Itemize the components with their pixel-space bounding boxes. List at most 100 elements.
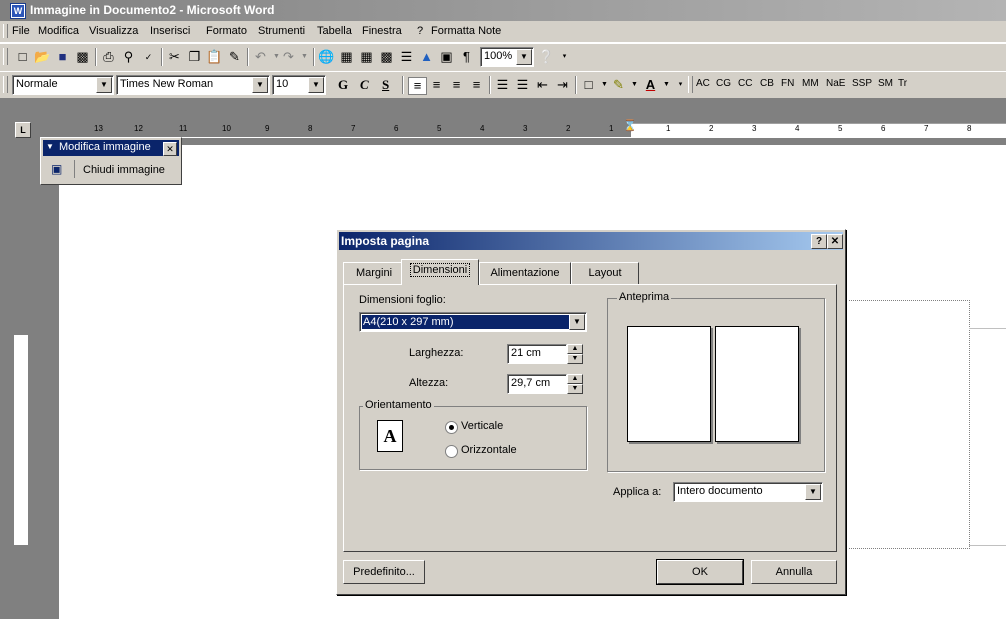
bold-button[interactable]: G xyxy=(338,77,348,93)
landscape-radio[interactable] xyxy=(445,445,458,458)
height-input[interactable]: 29,7 cm xyxy=(507,374,567,394)
font-combo[interactable]: Times New Roman ▼ xyxy=(116,75,270,95)
justify-icon[interactable]: ≡ xyxy=(468,77,485,93)
tag-button-tr[interactable]: Tr xyxy=(898,78,907,89)
document-map-icon[interactable]: ▣ xyxy=(438,49,455,65)
window-title-bar[interactable]: W Immagine in Documento2 - Microsoft Wor… xyxy=(0,0,1006,21)
save-icon[interactable]: ■ xyxy=(54,49,71,65)
print-icon[interactable]: ⎙ xyxy=(100,49,117,65)
portrait-label[interactable]: Verticale xyxy=(461,420,503,432)
new-document-icon[interactable]: □ xyxy=(14,49,31,65)
toolbar-grip[interactable] xyxy=(3,48,8,65)
chevron-down-icon[interactable]: ▼ xyxy=(252,77,268,93)
indent-marker-icon[interactable]: ⌛ xyxy=(623,119,637,132)
menu-grip[interactable] xyxy=(3,24,8,38)
tag-button-ssp[interactable]: SSP xyxy=(852,78,872,89)
width-spinner[interactable]: ▲ ▼ xyxy=(567,344,583,364)
tab-alimentazione[interactable]: Alimentazione xyxy=(479,262,571,285)
align-left-icon[interactable]: ≡ xyxy=(408,77,427,95)
numbering-icon[interactable]: ☰ xyxy=(494,77,511,93)
drawing-icon[interactable]: ▲ xyxy=(418,49,435,65)
floating-toolbar-title[interactable]: ▼ Modifica immagine ✕ xyxy=(43,140,179,156)
print-preview-icon[interactable]: ⚲ xyxy=(120,49,137,65)
help-icon[interactable]: ? xyxy=(811,234,827,249)
tag-button-sm[interactable]: SM xyxy=(878,78,893,89)
menu-finestra[interactable]: Finestra xyxy=(362,25,402,37)
ok-button[interactable]: OK xyxy=(657,560,743,584)
toolbar-menu-icon[interactable]: ▼ xyxy=(46,142,54,151)
chevron-down-icon[interactable]: ▼ xyxy=(96,77,112,93)
undo-icon[interactable]: ↶ xyxy=(252,49,269,65)
default-button[interactable]: Predefinito... xyxy=(343,560,425,584)
show-hide-icon[interactable]: ¶ xyxy=(458,49,475,65)
menu-tabella[interactable]: Tabella xyxy=(317,25,352,37)
format-painter-icon[interactable]: ✎ xyxy=(226,49,243,65)
menu-help[interactable]: ? xyxy=(417,25,423,37)
menu-visualizza[interactable]: Visualizza xyxy=(89,25,138,37)
open-folder-icon[interactable]: 📂 xyxy=(34,49,51,65)
menu-inserisci[interactable]: Inserisci xyxy=(150,25,190,37)
tag-button-cb[interactable]: CB xyxy=(760,78,774,89)
copy-icon[interactable]: ❐ xyxy=(186,49,203,65)
tag-button-mm[interactable]: MM xyxy=(802,78,819,89)
width-input[interactable]: 21 cm xyxy=(507,344,567,364)
close-icon[interactable]: ✕ xyxy=(163,142,177,156)
close-icon[interactable]: ✕ xyxy=(827,234,843,249)
chevron-down-icon[interactable]: ▼ xyxy=(308,77,324,93)
menu-strumenti[interactable]: Strumenti xyxy=(258,25,305,37)
chevron-down-icon[interactable]: ▼ xyxy=(569,314,585,330)
bullets-icon[interactable]: ☰ xyxy=(514,77,531,93)
spin-up-icon[interactable]: ▲ xyxy=(567,344,583,354)
spelling-icon[interactable]: ✓ xyxy=(140,49,157,65)
apply-to-select[interactable]: Intero documento ▼ xyxy=(673,482,823,502)
increase-indent-icon[interactable]: ⇥ xyxy=(554,77,571,93)
tag-button-nae[interactable]: NaE xyxy=(826,78,845,89)
hyperlink-icon[interactable]: 🌐 xyxy=(318,49,335,65)
portrait-radio[interactable] xyxy=(445,421,458,434)
menu-formato[interactable]: Formato xyxy=(206,25,247,37)
insert-excel-icon[interactable]: ▩ xyxy=(378,49,395,65)
tag-button-cc[interactable]: CC xyxy=(738,78,752,89)
dialog-title-bar[interactable]: Imposta pagina ? ✕ xyxy=(339,232,843,250)
underline-button[interactable]: S xyxy=(382,77,389,93)
word-app-icon[interactable]: W xyxy=(10,3,26,19)
menu-modifica[interactable]: Modifica xyxy=(38,25,79,37)
spin-up-icon[interactable]: ▲ xyxy=(567,374,583,384)
highlight-icon[interactable]: ✎ xyxy=(610,77,627,93)
landscape-label[interactable]: Orizzontale xyxy=(461,444,517,456)
help-icon[interactable]: ❔ xyxy=(538,49,555,65)
insert-table-icon[interactable]: ▦ xyxy=(358,49,375,65)
decrease-indent-icon[interactable]: ⇤ xyxy=(534,77,551,93)
redo-dropdown-icon[interactable]: ▼ xyxy=(296,49,313,65)
paper-size-select[interactable]: A4(210 x 297 mm) ▼ xyxy=(359,312,587,332)
tab-margini[interactable]: Margini xyxy=(343,262,405,285)
more-buttons-icon[interactable]: ▾ xyxy=(556,49,573,65)
tables-borders-icon[interactable]: ▦ xyxy=(338,49,355,65)
more-buttons-icon[interactable]: ▾ xyxy=(672,77,689,93)
tab-selector-button[interactable]: L xyxy=(15,122,31,138)
close-image-icon[interactable]: ▣ xyxy=(51,162,62,176)
tag-button-cg[interactable]: CG xyxy=(716,78,731,89)
toolbar-grip[interactable] xyxy=(3,76,8,93)
italic-button[interactable]: C xyxy=(360,77,369,93)
toolbar-grip[interactable] xyxy=(688,76,693,93)
columns-icon[interactable]: ☰ xyxy=(398,49,415,65)
zoom-combo[interactable]: 100% ▼ xyxy=(480,47,534,67)
spin-down-icon[interactable]: ▼ xyxy=(567,384,583,394)
align-right-icon[interactable]: ≡ xyxy=(448,77,465,93)
image-frame[interactable] xyxy=(849,300,970,549)
redo-icon[interactable]: ↷ xyxy=(280,49,297,65)
tag-button-ac[interactable]: AC xyxy=(696,78,710,89)
chevron-down-icon[interactable]: ▼ xyxy=(516,49,532,65)
tab-layout[interactable]: Layout xyxy=(571,262,639,285)
cancel-button[interactable]: Annulla xyxy=(751,560,837,584)
style-combo[interactable]: Normale ▼ xyxy=(12,75,114,95)
paste-icon[interactable]: 📋 xyxy=(206,49,223,65)
chevron-down-icon[interactable]: ▼ xyxy=(805,484,821,500)
cut-icon[interactable]: ✂ xyxy=(166,49,183,65)
menu-formatta-note[interactable]: Formatta Note xyxy=(431,25,501,37)
tag-button-fn[interactable]: FN xyxy=(781,78,794,89)
height-spinner[interactable]: ▲ ▼ xyxy=(567,374,583,394)
tab-dimensioni[interactable]: Dimensioni xyxy=(401,259,479,285)
font-size-combo[interactable]: 10 ▼ xyxy=(272,75,326,95)
